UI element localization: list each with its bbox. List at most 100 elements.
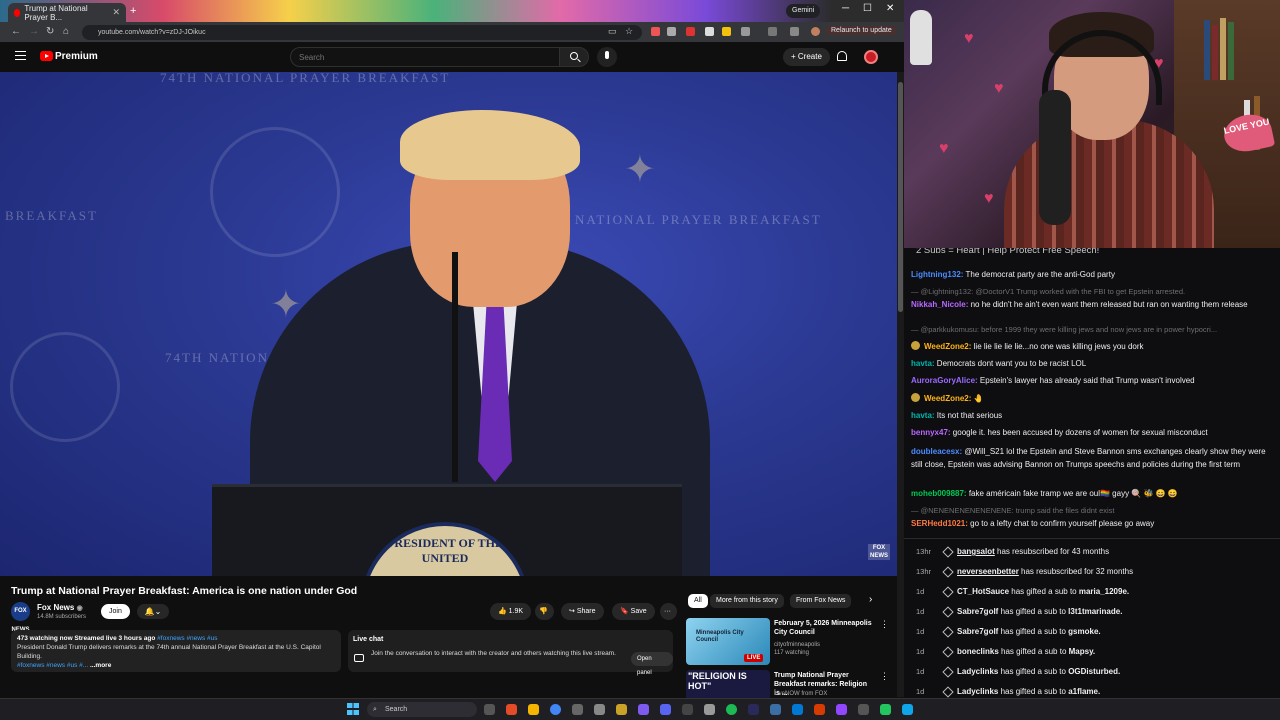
chat-username[interactable]: doubleacesx: bbox=[911, 447, 962, 456]
extension-icon[interactable] bbox=[722, 27, 731, 36]
app-icon[interactable] bbox=[506, 704, 517, 715]
reload-icon[interactable]: ↻ bbox=[46, 26, 54, 37]
windows-start-icon[interactable] bbox=[347, 703, 359, 715]
app-icon[interactable] bbox=[880, 704, 891, 715]
app-icon[interactable] bbox=[748, 704, 759, 715]
channel-name[interactable]: Fox News ◉ bbox=[37, 603, 83, 612]
like-button[interactable]: 👍 1.9K bbox=[490, 603, 532, 620]
profile-avatar-icon[interactable] bbox=[811, 27, 820, 36]
chat-username[interactable]: WeedZone2: bbox=[924, 342, 971, 351]
account-avatar[interactable] bbox=[864, 50, 878, 64]
chip-from-fox-news[interactable]: From Fox News bbox=[790, 594, 852, 608]
description-box[interactable]: 473 watching now Streamed live 3 hours a… bbox=[11, 630, 341, 672]
share-button[interactable]: ↪ Share bbox=[561, 603, 604, 620]
search-button[interactable] bbox=[559, 47, 589, 67]
sub-username[interactable]: boneclinks bbox=[957, 647, 999, 656]
sub-username[interactable]: Sabre7golf bbox=[957, 607, 998, 616]
sub-recipient[interactable]: l3t1tmarinade. bbox=[1068, 607, 1122, 616]
chat-username[interactable]: havta: bbox=[911, 359, 935, 368]
kebab-menu-icon[interactable]: ⋮ bbox=[880, 619, 889, 630]
sub-recipient[interactable]: a1flame. bbox=[1068, 687, 1100, 696]
meta-hashtags[interactable]: #foxnews #news #us bbox=[157, 635, 217, 642]
downloads-icon[interactable] bbox=[790, 27, 799, 36]
app-icon[interactable] bbox=[858, 704, 869, 715]
show-more-link[interactable]: ...more bbox=[90, 662, 111, 669]
kebab-menu-icon[interactable]: ⋮ bbox=[880, 671, 889, 682]
youtube-brand-label[interactable]: Premium bbox=[55, 51, 98, 62]
extension-icon[interactable] bbox=[768, 27, 777, 36]
extension-icon[interactable] bbox=[705, 27, 714, 36]
rec-title[interactable]: February 5, 2026 Minneapolis City Counci… bbox=[774, 619, 874, 637]
file-explorer-icon[interactable] bbox=[616, 704, 627, 715]
relaunch-button[interactable]: Relaunch to update bbox=[826, 26, 897, 35]
url-field[interactable]: youtube.com/watch?v=zDJ-JOikuc bbox=[82, 25, 642, 40]
install-icon[interactable]: ▭ bbox=[608, 26, 617, 37]
extensions-puzzle-icon[interactable] bbox=[741, 27, 750, 36]
chip-all[interactable]: All bbox=[688, 594, 708, 608]
extension-icon[interactable] bbox=[651, 27, 660, 36]
rec-channel[interactable]: cityofminneapolis bbox=[774, 641, 874, 649]
app-icon[interactable] bbox=[902, 704, 913, 715]
channel-avatar[interactable]: FOX NEWS bbox=[11, 602, 30, 633]
save-button[interactable]: 🔖 Save bbox=[612, 603, 655, 620]
rec-thumbnail[interactable]: "RELIGION IS HOT" bbox=[686, 670, 770, 698]
sub-username[interactable]: Ladyclinks bbox=[957, 687, 998, 696]
app-icon[interactable] bbox=[814, 704, 825, 715]
sub-username[interactable]: bangsalot bbox=[957, 547, 995, 556]
youtube-logo-icon[interactable] bbox=[40, 51, 53, 61]
app-icon[interactable] bbox=[550, 704, 561, 715]
sub-recipient[interactable]: Mapsy. bbox=[1069, 647, 1096, 656]
app-icon[interactable] bbox=[572, 704, 583, 715]
minimize-icon[interactable]: ─ bbox=[842, 3, 849, 14]
close-tab-icon[interactable]: ✕ bbox=[112, 7, 120, 18]
chat-username[interactable]: Nikkah_Nicole: bbox=[911, 300, 968, 309]
join-button[interactable]: Join bbox=[101, 604, 130, 619]
sub-username[interactable]: CT_HotSauce bbox=[957, 587, 1009, 596]
spotify-icon[interactable] bbox=[726, 704, 737, 715]
chat-username[interactable]: moheb009887: bbox=[911, 489, 967, 498]
extension-icon[interactable] bbox=[686, 27, 695, 36]
chevron-right-icon[interactable]: › bbox=[869, 594, 872, 605]
maximize-icon[interactable]: ☐ bbox=[863, 3, 872, 14]
back-arrow-icon[interactable]: ← bbox=[11, 26, 21, 37]
gemini-button[interactable]: Gemini bbox=[786, 4, 821, 18]
new-tab-icon[interactable]: + bbox=[130, 5, 136, 17]
voice-search-mic-icon[interactable] bbox=[597, 47, 617, 67]
close-window-icon[interactable]: ✕ bbox=[886, 3, 894, 14]
browser-tab-active[interactable]: Trump at National Prayer B... ✕ bbox=[8, 3, 126, 22]
discord-icon[interactable] bbox=[660, 704, 671, 715]
app-icon[interactable] bbox=[792, 704, 803, 715]
sub-recipient[interactable]: OGDisturbed. bbox=[1068, 667, 1120, 676]
hamburger-menu-icon[interactable] bbox=[15, 51, 26, 60]
chip-more-from-story[interactable]: More from this story bbox=[710, 594, 784, 608]
chat-username[interactable]: AuroraGoryAlice: bbox=[911, 376, 978, 385]
open-panel-button[interactable]: Open panel bbox=[631, 652, 673, 676]
notifications-bell-icon[interactable] bbox=[837, 51, 847, 61]
more-actions-button[interactable]: ··· bbox=[660, 603, 677, 620]
home-icon[interactable]: ⌂ bbox=[63, 26, 69, 37]
rec-channel[interactable]: LiveNOW from FOX bbox=[774, 690, 874, 696]
chat-username[interactable]: SERHedd1021: bbox=[911, 519, 968, 528]
app-icon[interactable] bbox=[682, 704, 693, 715]
sub-username[interactable]: Sabre7golf bbox=[957, 627, 998, 636]
app-icon[interactable] bbox=[770, 704, 781, 715]
scrollbar-thumb[interactable] bbox=[898, 82, 903, 312]
app-icon[interactable] bbox=[638, 704, 649, 715]
notifications-toggle[interactable]: 🔔⌄ bbox=[137, 604, 169, 619]
chat-username[interactable]: WeedZone2: bbox=[924, 394, 971, 403]
dislike-button[interactable]: 👎 bbox=[535, 603, 554, 620]
sub-recipient[interactable]: maria_1209e. bbox=[1079, 587, 1129, 596]
video-player[interactable]: 74TH NATIONAL PRAYER BREAKFAST NATIONAL … bbox=[0, 72, 897, 576]
forward-arrow-icon[interactable]: → bbox=[29, 26, 39, 37]
description-hashtags[interactable]: #foxnews #news #us #... bbox=[17, 662, 88, 669]
chat-username[interactable]: havta: bbox=[911, 411, 935, 420]
chrome-icon[interactable] bbox=[528, 704, 539, 715]
twitch-icon[interactable] bbox=[836, 704, 847, 715]
task-view-icon[interactable] bbox=[484, 704, 495, 715]
create-button[interactable]: + Create bbox=[783, 48, 830, 66]
app-icon[interactable] bbox=[594, 704, 605, 715]
chat-username[interactable]: bennyx47: bbox=[911, 428, 951, 437]
app-icon[interactable] bbox=[704, 704, 715, 715]
search-input[interactable] bbox=[290, 47, 560, 67]
chat-username[interactable]: Lightning132: bbox=[911, 270, 963, 279]
